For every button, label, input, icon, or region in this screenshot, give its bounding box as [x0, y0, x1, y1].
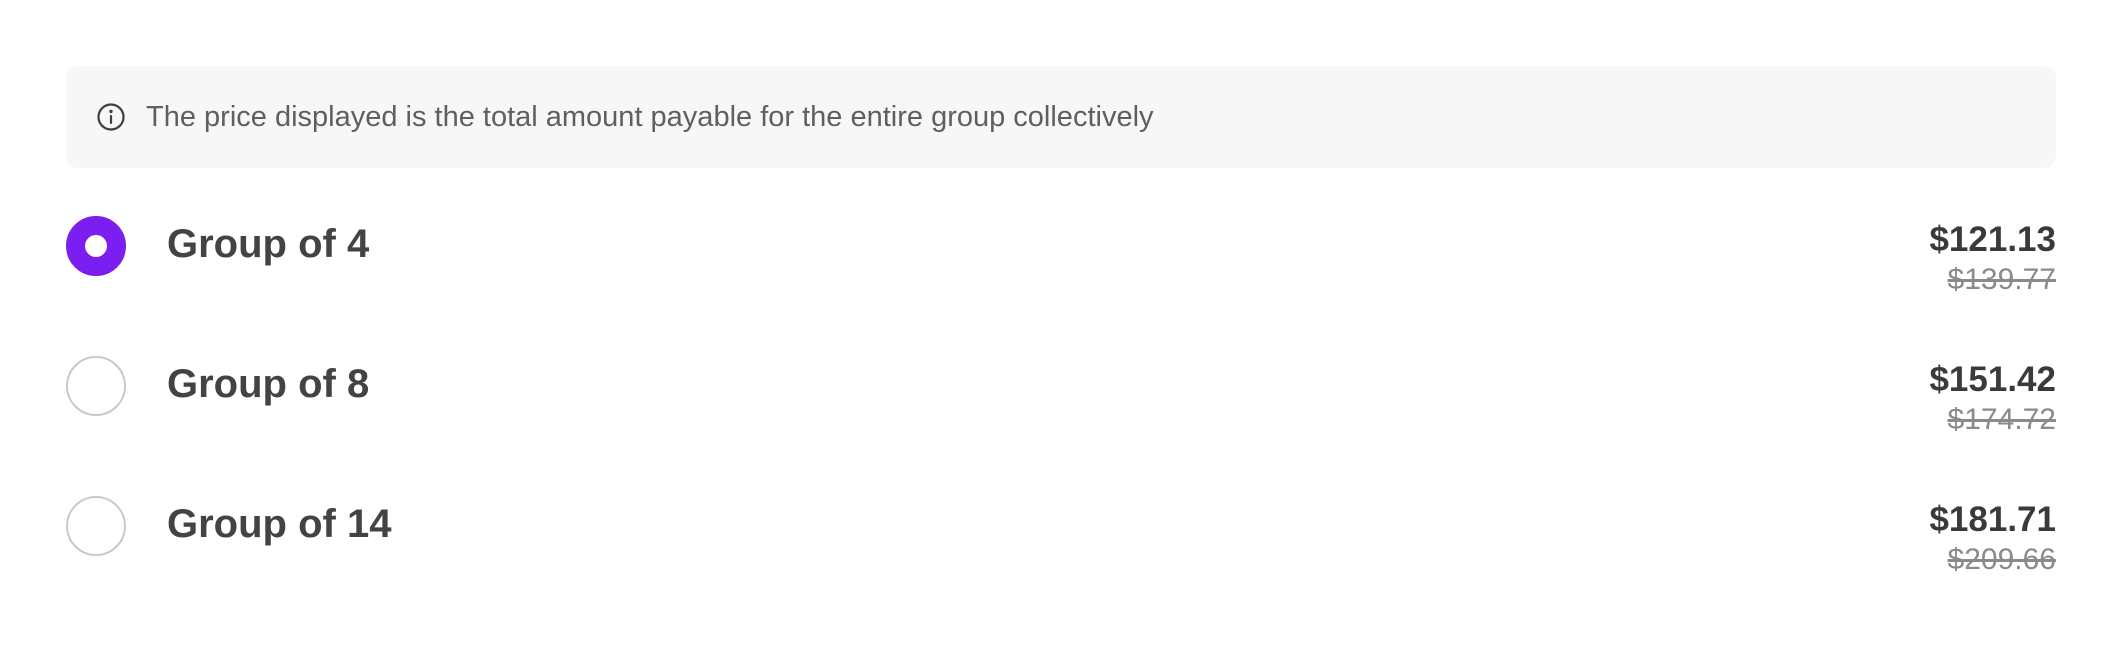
- price: $181.71: [1929, 500, 2056, 539]
- original-price: $209.66: [1947, 543, 2056, 576]
- radio-button[interactable]: [66, 356, 126, 416]
- option-group-of-8[interactable]: Group of 8 $151.42 $174.72: [66, 330, 2056, 470]
- price-block: $181.71 $209.66: [1929, 500, 2056, 580]
- info-banner: The price displayed is the total amount …: [66, 66, 2056, 168]
- radio-button-selected[interactable]: [66, 216, 126, 276]
- radio-button[interactable]: [66, 496, 126, 556]
- option-label: Group of 14: [167, 502, 392, 546]
- option-group-of-4[interactable]: Group of 4 $121.13 $139.77: [66, 190, 2056, 330]
- info-text: The price displayed is the total amount …: [146, 100, 1154, 133]
- option-label: Group of 4: [167, 222, 370, 266]
- option-label: Group of 8: [167, 362, 370, 406]
- original-price: $174.72: [1947, 403, 2056, 436]
- group-pricing-panel: The price displayed is the total amount …: [66, 66, 2056, 610]
- price: $121.13: [1929, 220, 2056, 259]
- option-group-of-14[interactable]: Group of 14 $181.71 $209.66: [66, 470, 2056, 610]
- price-block: $151.42 $174.72: [1929, 360, 2056, 440]
- price: $151.42: [1929, 360, 2056, 399]
- original-price: $139.77: [1947, 263, 2056, 296]
- group-options-list: Group of 4 $121.13 $139.77 Group of 8 $1…: [66, 190, 2056, 610]
- info-icon: [96, 102, 126, 132]
- price-block: $121.13 $139.77: [1929, 220, 2056, 300]
